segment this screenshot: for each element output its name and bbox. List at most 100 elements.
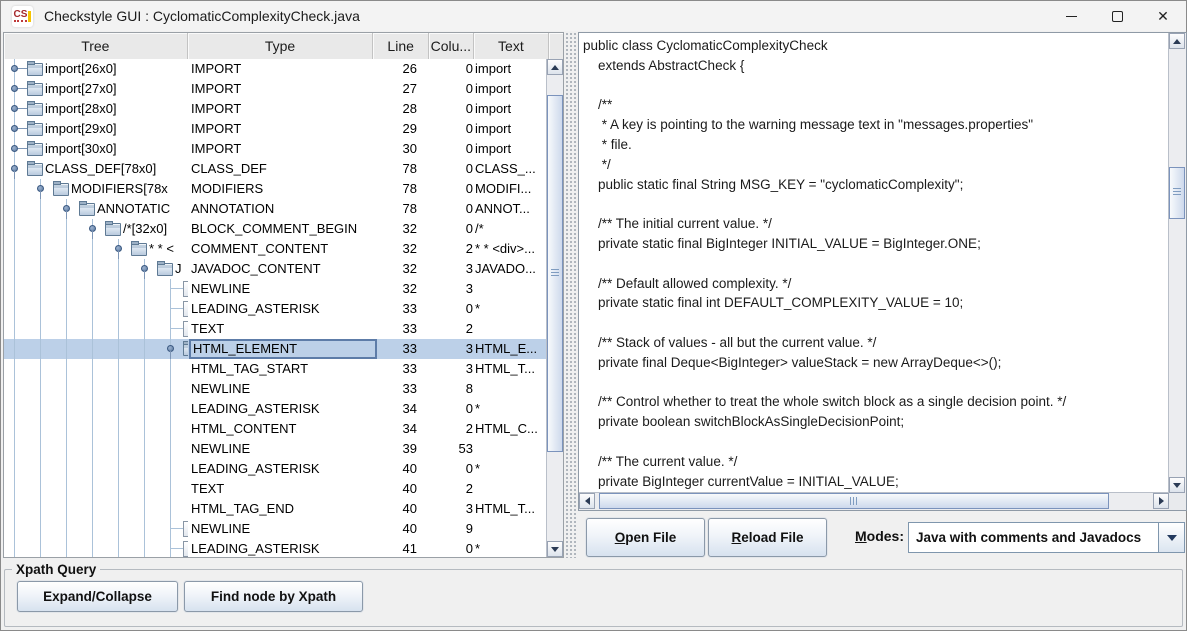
table-row[interactable]: MODIFIERS[78xMODIFIERS780MODIFI... — [4, 179, 547, 199]
table-vertical-scrollbar[interactable] — [546, 59, 563, 557]
collapsed-handle-icon[interactable] — [11, 145, 18, 152]
table-row[interactable]: CLASS_DEF[78x0]CLASS_DEF780CLASS_... — [4, 159, 547, 179]
cell-line: 33 — [375, 379, 417, 399]
collapsed-handle-icon[interactable] — [11, 85, 18, 92]
split-pane-divider[interactable] — [565, 32, 578, 558]
scroll-up-button[interactable] — [1169, 33, 1185, 49]
tree-guide-line — [40, 199, 41, 219]
tree-guide-line — [170, 479, 171, 499]
cell-column: 0 — [430, 299, 473, 319]
cell-text: /* — [475, 219, 547, 239]
table-row[interactable]: HTML_TAG_START333HTML_T... — [4, 359, 547, 379]
cell-line: 40 — [375, 459, 417, 479]
tree-guide-line — [92, 259, 93, 279]
open-file-button[interactable]: Open File — [586, 518, 705, 557]
cell-column: 0 — [430, 539, 473, 557]
source-code-view[interactable]: public class CyclomaticComplexityCheck e… — [579, 33, 1169, 493]
tree-node-label: J — [175, 259, 182, 279]
expand-collapse-button[interactable]: Expand/Collapse — [17, 581, 178, 612]
table-row[interactable]: HTML_TAG_END403HTML_T... — [4, 499, 547, 519]
tree-node-label: import[28x0] — [45, 99, 117, 119]
code-horizontal-scrollbar[interactable] — [579, 492, 1169, 510]
table-row[interactable]: ANNOTATICANNOTATION780ANNOT... — [4, 199, 547, 219]
column-header-tree[interactable]: Tree — [4, 33, 188, 59]
cell-column: 8 — [430, 379, 473, 399]
scroll-down-button[interactable] — [547, 541, 563, 557]
table-row[interactable]: import[26x0]IMPORT260import — [4, 59, 547, 79]
tree-guide-line — [92, 239, 93, 259]
xpath-query-panel: Xpath Query Expand/Collapse Find node by… — [4, 562, 1183, 627]
code-vertical-scrollbar[interactable] — [1168, 33, 1186, 493]
tree-node-label: MODIFIERS[78x — [71, 179, 168, 199]
folder-icon — [157, 263, 173, 276]
tree-guide-line — [66, 399, 67, 419]
scroll-up-button[interactable] — [547, 59, 563, 75]
table-row[interactable]: HTML_CONTENT342HTML_C... — [4, 419, 547, 439]
table-row[interactable]: /*[32x0]BLOCK_COMMENT_BEGIN320/* — [4, 219, 547, 239]
cell-column: 3 — [430, 499, 473, 519]
tree-cell: import[27x0] — [4, 79, 188, 99]
find-node-by-xpath-button[interactable]: Find node by Xpath — [184, 581, 363, 612]
modes-combobox-dropdown-button[interactable] — [1158, 523, 1184, 552]
cell-column: 0 — [430, 199, 473, 219]
table-row[interactable]: NEWLINE3953 — [4, 439, 547, 459]
collapsed-handle-icon[interactable] — [11, 125, 18, 132]
cell-text: import — [475, 59, 547, 79]
cell-type: NEWLINE — [191, 279, 373, 299]
scroll-left-button[interactable] — [579, 493, 595, 509]
tree-node-label: import[26x0] — [45, 59, 117, 79]
cell-type: TEXT — [191, 319, 373, 339]
cell-type: HTML_TAG_START — [191, 359, 373, 379]
reload-file-button[interactable]: Reload File — [708, 518, 827, 557]
table-row[interactable]: * * <COMMENT_CONTENT322* * <div>... — [4, 239, 547, 259]
minimize-button[interactable] — [1048, 1, 1094, 31]
column-header-column[interactable]: Colu... — [429, 33, 474, 59]
table-row[interactable]: LEADING_ASTERISK410* — [4, 539, 547, 557]
tree-guide-line — [40, 239, 41, 259]
table-row[interactable]: import[28x0]IMPORT280import — [4, 99, 547, 119]
folder-icon — [79, 203, 95, 216]
collapsed-handle-icon[interactable] — [11, 105, 18, 112]
table-row[interactable]: TEXT332 — [4, 319, 547, 339]
table-row[interactable]: LEADING_ASTERISK330* — [4, 299, 547, 319]
cell-type: MODIFIERS — [191, 179, 373, 199]
scroll-right-button[interactable] — [1153, 493, 1169, 509]
tree-connector-line — [171, 528, 183, 529]
table-row[interactable]: HTML_ELEMENT333HTML_E... — [4, 339, 547, 359]
tree-guide-line — [14, 539, 15, 557]
table-row[interactable]: import[29x0]IMPORT290import — [4, 119, 547, 139]
tree-guide-line — [144, 499, 145, 519]
folder-icon — [27, 143, 43, 156]
tree-guide-line — [14, 239, 15, 259]
table-row[interactable]: TEXT402 — [4, 479, 547, 499]
cell-text: * — [475, 539, 547, 557]
modes-combobox[interactable]: Java with comments and Javadocs — [908, 522, 1185, 553]
table-row[interactable]: import[30x0]IMPORT300import — [4, 139, 547, 159]
cell-column: 2 — [430, 479, 473, 499]
tree-guide-line — [66, 239, 67, 259]
tree-cell: import[26x0] — [4, 59, 188, 79]
tree-guide-line — [144, 379, 145, 399]
titlebar: CS Checkstyle GUI : CyclomaticComplexity… — [1, 1, 1186, 31]
table-row[interactable]: LEADING_ASTERISK400* — [4, 459, 547, 479]
scroll-down-button[interactable] — [1169, 477, 1185, 493]
cell-text: * — [475, 299, 547, 319]
table-row[interactable]: LEADING_ASTERISK340* — [4, 399, 547, 419]
scrollbar-thumb[interactable] — [547, 95, 563, 452]
scrollbar-thumb[interactable] — [1169, 167, 1185, 219]
leaf-icon — [183, 541, 188, 557]
column-header-type[interactable]: Type — [188, 33, 374, 59]
tree-guide-line — [118, 459, 119, 479]
table-row[interactable]: NEWLINE409 — [4, 519, 547, 539]
table-row[interactable]: NEWLINE323 — [4, 279, 547, 299]
scrollbar-thumb[interactable] — [599, 493, 1109, 509]
tree-guide-line — [40, 499, 41, 519]
maximize-button[interactable] — [1094, 1, 1140, 31]
table-row[interactable]: JJAVADOC_CONTENT323JAVADO... — [4, 259, 547, 279]
collapsed-handle-icon[interactable] — [11, 65, 18, 72]
close-button[interactable]: ✕ — [1140, 1, 1186, 31]
column-header-line[interactable]: Line — [373, 33, 429, 59]
column-header-text[interactable]: Text — [474, 33, 549, 59]
table-row[interactable]: NEWLINE338 — [4, 379, 547, 399]
table-row[interactable]: import[27x0]IMPORT270import — [4, 79, 547, 99]
